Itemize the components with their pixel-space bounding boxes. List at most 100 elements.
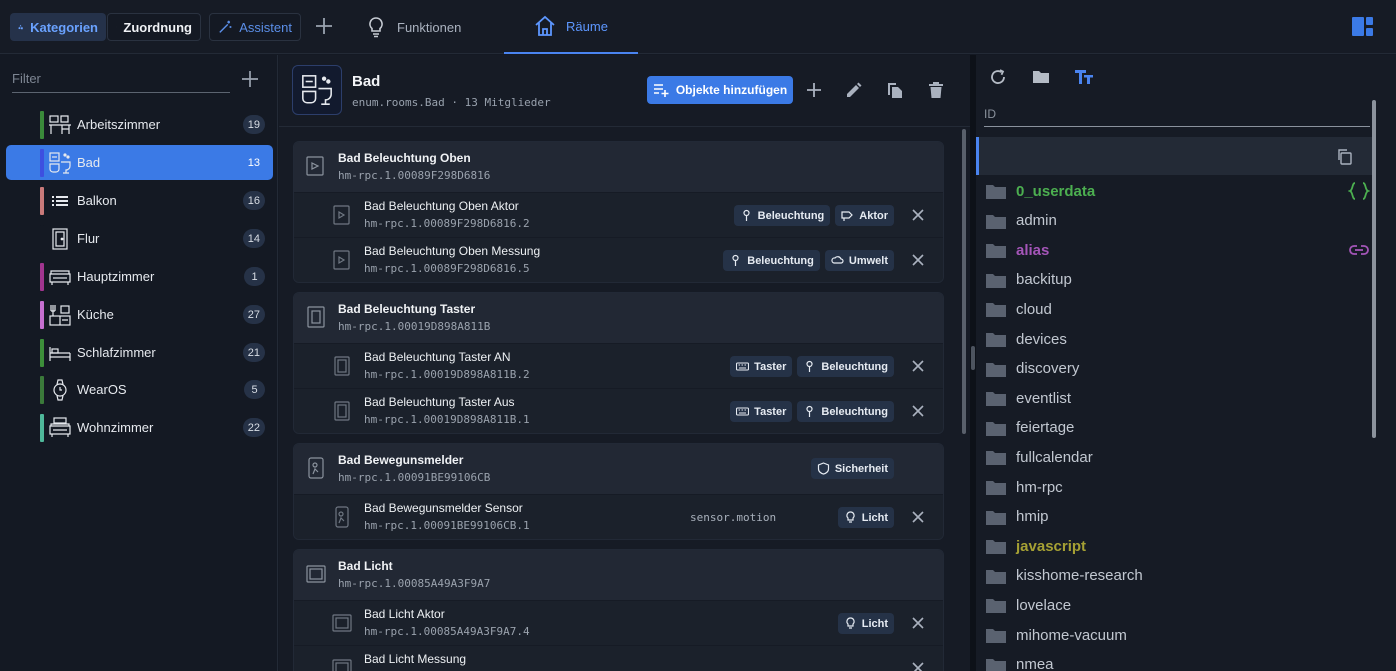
device-channel-row[interactable]: Bad Beleuchtung Oben Messung hm-rpc.1.00… — [294, 237, 943, 282]
room-title: Bad — [352, 73, 381, 90]
device-group-header[interactable]: Bad Licht hm-rpc.1.00085A49A3F9A7 — [294, 550, 943, 600]
object-tree-item[interactable]: devices — [985, 325, 1371, 353]
add-room-icon[interactable] — [241, 70, 259, 88]
lamp-icon — [732, 254, 739, 266]
device-icon — [333, 205, 350, 225]
add-objects-button[interactable]: Objekte hinzufügen — [647, 76, 793, 104]
object-tree-item[interactable]: 0_userdata — [985, 177, 1371, 205]
device-group-name: Bad Beleuchtung Taster — [338, 302, 476, 316]
copy-icon[interactable] — [1336, 148, 1353, 165]
object-tree-item[interactable]: cloud — [985, 295, 1371, 323]
zuordnung-button[interactable]: Zuordnung — [107, 13, 201, 41]
add-icon[interactable] — [804, 80, 824, 100]
keyboard-icon — [736, 362, 750, 371]
add-icon[interactable] — [313, 15, 335, 37]
object-browser-scrollbar[interactable] — [1372, 100, 1376, 438]
folder-icon[interactable] — [1031, 67, 1051, 87]
edit-icon[interactable] — [844, 80, 864, 100]
object-tree-item[interactable]: admin — [985, 207, 1371, 235]
device-channel-row[interactable]: Bad Beleuchtung Taster AN hm-rpc.1.00019… — [294, 343, 943, 388]
object-tree-item[interactable]: hmip — [985, 503, 1371, 531]
text-format-icon[interactable] — [1074, 67, 1094, 87]
room-item-wearos[interactable]: WearOS 5 — [6, 372, 273, 407]
object-tree-item[interactable]: nmea — [985, 651, 1371, 671]
device-channel-row[interactable]: Bad Beleuchtung Taster Aus hm-rpc.1.0001… — [294, 388, 943, 433]
keyboard-icon — [736, 407, 750, 416]
object-tree-label: alias — [1016, 241, 1050, 259]
shield-icon — [817, 462, 829, 475]
object-tree-item[interactable]: hm-rpc — [985, 473, 1371, 501]
object-tree-item[interactable]: mihome-vacuum — [985, 621, 1371, 649]
room-item-schlafzimmer[interactable]: Schlafzimmer 21 — [6, 335, 273, 370]
function-chip: Taster — [730, 356, 793, 377]
object-tree-label: cloud — [1016, 300, 1052, 318]
folder-icon — [986, 303, 1006, 318]
center-scrollbar[interactable] — [962, 129, 966, 434]
light-device-icon — [332, 659, 352, 671]
object-tree-item[interactable]: alias — [985, 236, 1371, 264]
remove-icon[interactable] — [910, 358, 926, 374]
copy-icon[interactable] — [885, 80, 905, 100]
object-tree-item[interactable]: fullcalendar — [985, 443, 1371, 471]
channel-id: hm-rpc.1.00089F298D6816.5 — [364, 262, 530, 275]
room-item-kueche[interactable]: Küche 27 — [6, 297, 273, 332]
room-item-hauptzimmer[interactable]: Hauptzimmer 1 — [6, 259, 273, 294]
panel-resize-handle[interactable] — [971, 346, 975, 370]
list-icon — [52, 196, 68, 206]
selected-object-row[interactable] — [976, 137, 1372, 175]
room-label: Flur — [77, 231, 100, 246]
device-group-header[interactable]: Bad Beleuchtung Taster hm-rpc.1.00019D89… — [294, 293, 943, 343]
delete-icon[interactable] — [926, 80, 946, 100]
remove-icon[interactable] — [910, 509, 926, 525]
remove-icon[interactable] — [910, 207, 926, 223]
object-tree-item[interactable]: feiertage — [985, 414, 1371, 442]
remove-icon[interactable] — [910, 615, 926, 631]
tab-raeume-label: Räume — [566, 18, 608, 34]
room-detail-panel: Bad enum.rooms.Bad · 13 Mitglieder Objek… — [279, 55, 970, 671]
object-tree-item[interactable]: backitup — [985, 266, 1371, 294]
actuator-icon — [841, 211, 854, 221]
json-braces-icon[interactable] — [1348, 181, 1370, 201]
assistent-button[interactable]: Assistent — [209, 13, 301, 41]
object-tree-item[interactable]: javascript — [985, 532, 1371, 560]
room-item-balkon[interactable]: Balkon 16 — [6, 183, 273, 218]
remove-icon[interactable] — [910, 403, 926, 419]
filter-input[interactable]: Filter — [12, 71, 230, 93]
room-item-flur[interactable]: Flur 14 — [6, 221, 273, 256]
folder-icon — [986, 333, 1006, 347]
room-item-arbeitszimmer[interactable]: Arbeitszimmer 19 — [6, 107, 273, 142]
folder-icon — [986, 273, 1006, 288]
room-label: Küche — [77, 307, 114, 322]
room-item-wohnzimmer[interactable]: Wohnzimmer 22 — [6, 410, 273, 445]
device-channel-row[interactable]: Bad Licht Aktor hm-rpc.1.00085A49A3F9A7.… — [294, 600, 943, 645]
room-label: Balkon — [77, 193, 117, 208]
kategorien-button[interactable]: Kategorien — [10, 13, 106, 41]
remove-icon[interactable] — [910, 252, 926, 268]
tab-funktionen[interactable]: Funktionen — [365, 0, 461, 54]
object-tree-item[interactable]: eventlist — [985, 384, 1371, 412]
device-group-header[interactable]: Bad Beleuchtung Oben hm-rpc.1.00089F298D… — [294, 142, 943, 192]
room-count-badge: 14 — [242, 229, 265, 248]
switch-device-icon — [334, 356, 350, 376]
device-channel-row[interactable]: Bad Licht Messung — [294, 645, 943, 671]
object-tree-item[interactable]: lovelace — [985, 591, 1371, 619]
lightbulb-icon — [846, 511, 855, 523]
folder-icon — [986, 629, 1006, 643]
remove-icon[interactable] — [910, 660, 926, 671]
object-tree-item[interactable]: kisshome-research — [985, 562, 1371, 590]
object-tree-item[interactable]: discovery — [985, 355, 1371, 383]
function-chip: Beleuchtung — [797, 401, 894, 422]
room-subtitle: enum.rooms.Bad · 13 Mitglieder — [352, 96, 551, 109]
layout-toggle-icon[interactable] — [1352, 17, 1373, 36]
device-channel-row[interactable]: Bad Beleuchtung Oben Aktor hm-rpc.1.0008… — [294, 192, 943, 237]
tab-raeume[interactable]: Räume — [504, 0, 638, 54]
device-channel-row[interactable]: Bad Bewegunsmelder Sensor hm-rpc.1.00091… — [294, 494, 943, 539]
device-group-header[interactable]: Bad Bewegunsmelder hm-rpc.1.00091BE99106… — [294, 444, 943, 494]
room-count-badge: 13 — [247, 156, 260, 169]
object-tree-label: eventlist — [1016, 389, 1072, 407]
id-filter-input[interactable]: ID — [984, 103, 1370, 127]
refresh-icon[interactable] — [988, 67, 1008, 87]
room-label: Wohnzimmer — [77, 420, 154, 435]
link-icon[interactable] — [1348, 240, 1370, 260]
room-item-bad[interactable]: Bad 13 — [6, 145, 273, 180]
